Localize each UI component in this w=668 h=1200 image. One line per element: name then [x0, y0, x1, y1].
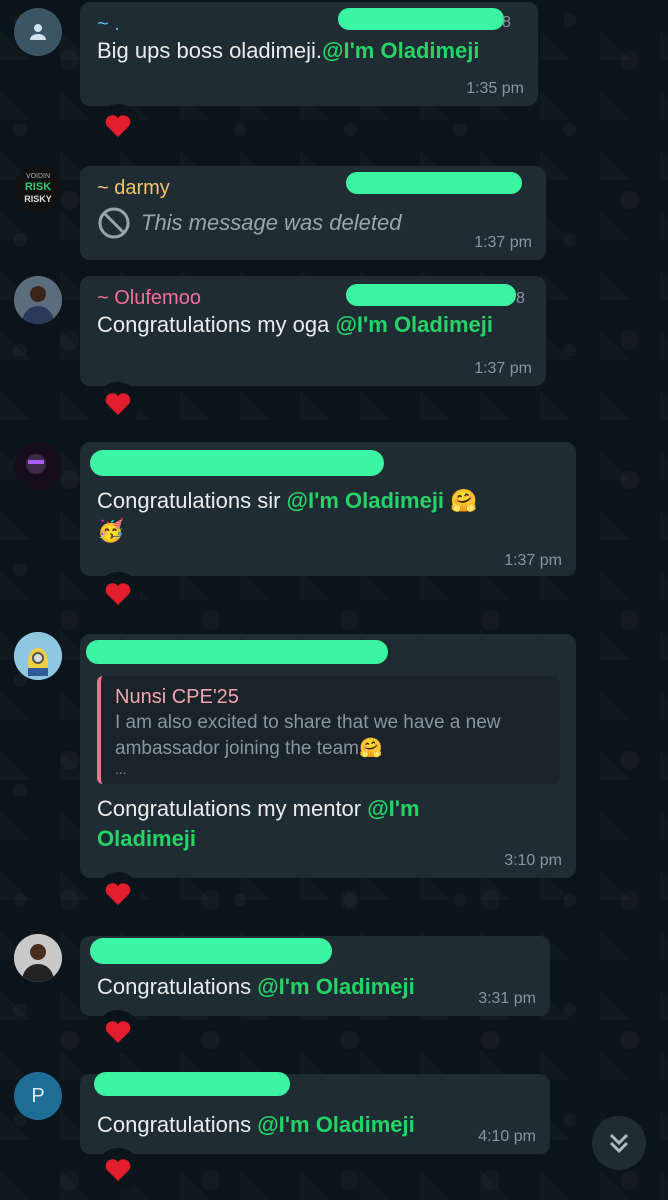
- mention-link[interactable]: @I'm Oladimeji: [335, 312, 493, 337]
- message-time: 1:37 pm: [504, 552, 562, 569]
- double-chevron-down-icon: [609, 1133, 629, 1154]
- block-icon: [98, 207, 130, 239]
- profile-photo-icon: [14, 276, 62, 324]
- scroll-to-bottom-button[interactable]: [592, 1116, 646, 1170]
- minion-icon: [14, 632, 62, 680]
- quoted-sender: Nunsi CPE'25: [115, 686, 239, 708]
- avatar[interactable]: P: [14, 1072, 62, 1120]
- profile-photo-icon: [14, 934, 62, 982]
- mention-link[interactable]: @I'm: [367, 796, 419, 821]
- redaction-mark: [94, 1072, 290, 1096]
- quoted-ellipsis: ...: [115, 761, 127, 777]
- avatar-text: RISKY: [24, 194, 52, 204]
- mention-link[interactable]: @I'm Oladimeji: [287, 488, 445, 513]
- phone-digit: 8: [502, 14, 511, 31]
- avatar-letter: P: [31, 1084, 45, 1107]
- heart-icon: [105, 1159, 131, 1181]
- message-text: Congratulations my mentor @I'm Oladimeji: [97, 796, 420, 851]
- deleted-text: This message was deleted: [141, 210, 402, 235]
- person-icon: [30, 24, 46, 40]
- quoted-reply[interactable]: Nunsi CPE'25 I am also excited to share …: [97, 676, 560, 784]
- message-text: Congratulations sir @I'm Oladimeji 🤗: [97, 488, 478, 513]
- message-time: 1:37 pm: [474, 234, 532, 251]
- heart-icon: [105, 115, 131, 137]
- message-time: 3:10 pm: [504, 852, 562, 869]
- avatar[interactable]: [14, 8, 62, 56]
- heart-icon: [105, 1021, 131, 1043]
- profile-photo-icon: [14, 442, 62, 490]
- reaction-heart[interactable]: [96, 1010, 140, 1054]
- message-time: 1:37 pm: [474, 360, 532, 377]
- avatar[interactable]: [14, 442, 62, 490]
- message-time: 3:31 pm: [478, 990, 536, 1007]
- redaction-mark: [346, 172, 522, 194]
- redaction-mark: [338, 8, 504, 30]
- avatar[interactable]: [14, 276, 62, 324]
- message-text: Congratulations @I'm Oladimeji: [97, 974, 415, 999]
- redaction-mark: [86, 640, 388, 664]
- quoted-text: I am also excited to share that we have …: [115, 712, 501, 759]
- mention-link[interactable]: Oladimeji: [97, 826, 196, 851]
- party-emoji: 🥳: [97, 518, 125, 543]
- message-time: 4:10 pm: [478, 1128, 536, 1145]
- message-text: Congratulations @I'm Oladimeji: [97, 1112, 415, 1137]
- reaction-heart[interactable]: [96, 1148, 140, 1192]
- redaction-mark: [346, 284, 516, 306]
- mention-link[interactable]: @I'm Oladimeji: [257, 1112, 415, 1137]
- avatar[interactable]: VOIDIN RISK RISKY: [14, 165, 62, 213]
- avatar-text: RISK: [24, 181, 52, 193]
- reaction-heart[interactable]: [96, 872, 140, 916]
- reaction-heart[interactable]: [96, 382, 140, 426]
- heart-icon: [105, 393, 131, 415]
- heart-icon: [105, 583, 131, 605]
- reaction-heart[interactable]: [96, 572, 140, 616]
- reaction-heart[interactable]: [96, 104, 140, 148]
- heart-icon: [105, 883, 131, 905]
- avatar[interactable]: [14, 934, 62, 982]
- mention-link[interactable]: @I'm Oladimeji: [257, 974, 415, 999]
- message-time: 1:35 pm: [466, 80, 524, 97]
- redaction-mark: [90, 938, 332, 964]
- avatar[interactable]: [14, 632, 62, 680]
- message-text: Congratulations my oga @I'm Oladimeji: [97, 312, 493, 337]
- message-bubble[interactable]: Nunsi CPE'25 I am also excited to share …: [80, 634, 576, 878]
- mention-link[interactable]: @I'm Oladimeji: [322, 38, 480, 63]
- deleted-message: This message was deleted: [97, 206, 530, 240]
- message-text: Big ups boss oladimeji.@I'm Oladimeji: [97, 38, 480, 63]
- hug-emoji: 🤗: [450, 488, 478, 513]
- phone-digit: 8: [516, 290, 525, 307]
- avatar-text: VOIDIN: [25, 173, 51, 180]
- redaction-mark: [90, 450, 384, 476]
